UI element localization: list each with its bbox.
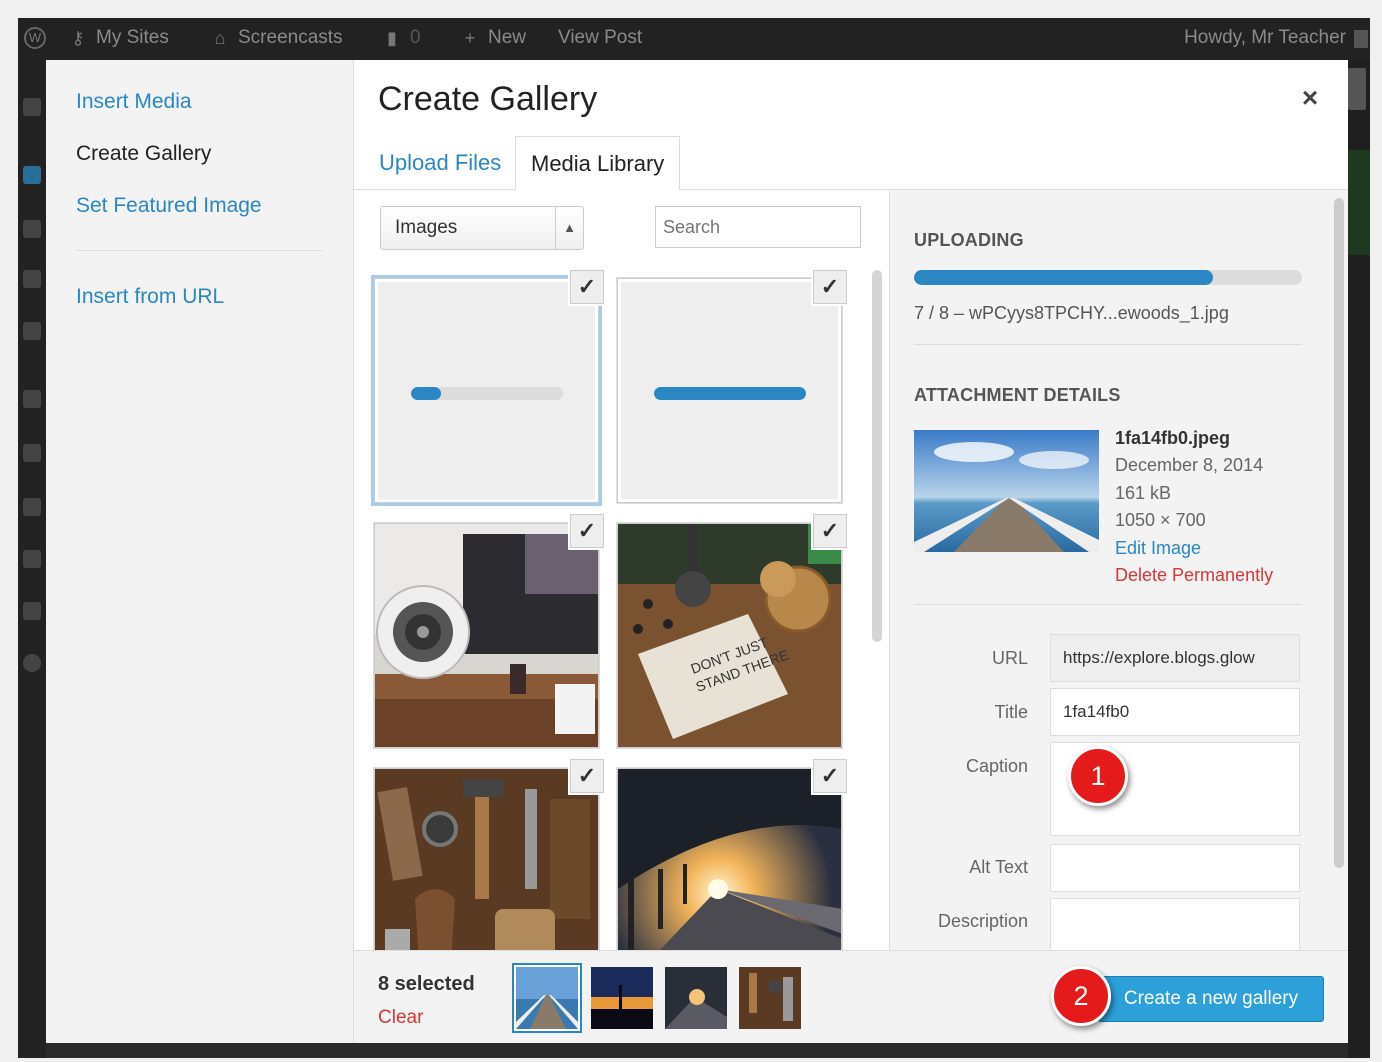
- callout-marker-2: 2: [1051, 966, 1111, 1026]
- uploading-heading: UPLOADING: [914, 230, 1024, 250]
- site-name-label: Screencasts: [238, 27, 343, 48]
- media-sidebar: UPLOADING 7 / 8 – wPCyys8TPCHY...ewoods_…: [889, 190, 1348, 950]
- collapse-icon[interactable]: [23, 654, 41, 672]
- menu-item-create-gallery[interactable]: Create Gallery: [76, 142, 211, 166]
- pages-icon[interactable]: [23, 270, 41, 288]
- title-label: Title: [994, 702, 1028, 722]
- settings-icon[interactable]: [23, 602, 41, 620]
- appearance-icon[interactable]: [23, 390, 41, 408]
- menu-item-set-featured-image[interactable]: Set Featured Image: [76, 194, 262, 218]
- users-icon[interactable]: [23, 498, 41, 516]
- router-tabs: Upload Files Media Library: [354, 132, 1348, 191]
- check-icon[interactable]: ✓: [813, 759, 847, 793]
- upload-file-status: 7 / 8 – wPCyys8TPCHY...ewoods_1.jpg: [914, 303, 1229, 323]
- admin-menu-strip: [18, 60, 46, 1058]
- menu-item-insert-media[interactable]: Insert Media: [76, 90, 192, 114]
- title-field[interactable]: 1fa14fb0: [1050, 688, 1300, 736]
- media-type-filter[interactable]: Images ▲: [380, 206, 584, 250]
- alt-text-field[interactable]: [1050, 844, 1300, 892]
- attachment-filename: 1fa14fb0.jpeg: [1115, 428, 1231, 448]
- selection-count: 8 selected: [378, 973, 475, 995]
- wp-logo-icon[interactable]: W: [24, 27, 46, 49]
- page-bottom-strip: [46, 1043, 1348, 1058]
- my-sites-label: My Sites: [96, 27, 169, 48]
- account-menu[interactable]: Howdy, Mr Teacher: [1184, 27, 1346, 49]
- filter-selected-value: Images: [395, 217, 458, 238]
- check-icon[interactable]: ✓: [570, 759, 604, 793]
- media-toolbar: 8 selected Clear Create a new gallery: [354, 950, 1348, 1043]
- selection-thumb-sunset[interactable]: [591, 967, 653, 1029]
- select-arrows-icon: ▲: [555, 207, 583, 249]
- site-name-menu[interactable]: ⌂ Screencasts: [210, 27, 343, 49]
- menu-separator: [76, 250, 322, 251]
- selection-thumb-pier[interactable]: [516, 967, 578, 1029]
- close-button[interactable]: ×: [1294, 82, 1326, 114]
- create-new-gallery-button[interactable]: Create a new gallery: [1098, 976, 1324, 1022]
- delete-permanently-link[interactable]: Delete Permanently: [1115, 565, 1273, 586]
- view-post-link[interactable]: View Post: [558, 27, 642, 49]
- check-icon[interactable]: ✓: [813, 270, 847, 304]
- caption-label: Caption: [965, 756, 1028, 776]
- callout-marker-1: 1: [1068, 746, 1128, 806]
- sidebar-divider: [914, 604, 1302, 605]
- tab-upload-files[interactable]: Upload Files: [364, 136, 516, 191]
- plugins-icon[interactable]: [23, 444, 41, 462]
- check-icon[interactable]: ✓: [570, 270, 604, 304]
- attachment-details-heading: ATTACHMENT DETAILS: [914, 385, 1121, 405]
- selection-thumb-platform[interactable]: [665, 967, 727, 1029]
- screenshot-frame: W ⚷ My Sites ⌂ Screencasts ▮ 0 + New Vie…: [0, 0, 1382, 1062]
- comments-icon[interactable]: [23, 322, 41, 340]
- attachment-date: December 8, 2014: [1115, 455, 1264, 475]
- attachment-dimensions: 1050 × 700: [1115, 510, 1206, 530]
- modal-title: Create Gallery: [378, 80, 598, 118]
- dashboard-icon[interactable]: [23, 98, 41, 116]
- desk-speaker-photo: [375, 524, 598, 747]
- comment-icon: ▮: [387, 28, 397, 48]
- attachment-desk-speaker[interactable]: [374, 523, 599, 748]
- comments-count: 0: [410, 27, 421, 48]
- new-label: New: [488, 27, 527, 48]
- menu-item-insert-from-url[interactable]: Insert from URL: [76, 285, 224, 309]
- comments-menu[interactable]: ▮ 0: [382, 27, 421, 49]
- avatar[interactable]: [1354, 30, 1368, 48]
- check-icon[interactable]: ✓: [813, 514, 847, 548]
- edit-image-link[interactable]: Edit Image: [1115, 538, 1201, 559]
- page-edge-strip: [1348, 60, 1370, 1058]
- attachment-book[interactable]: DON'T JUST STAND THERE: [617, 523, 842, 748]
- attachment-thumbnail: [914, 430, 1099, 552]
- search-input[interactable]: [655, 206, 861, 248]
- alt-text-label: Alt Text: [969, 857, 1028, 877]
- key-icon: ⚷: [71, 28, 85, 48]
- new-content-menu[interactable]: + New: [460, 27, 526, 49]
- check-icon[interactable]: ✓: [570, 514, 604, 548]
- media-menu: Insert Media Create Gallery Set Featured…: [46, 60, 354, 1043]
- grid-scrollbar[interactable]: [872, 270, 882, 642]
- attachment-size: 161 kB: [1115, 483, 1172, 503]
- upload-progress-bar: [914, 270, 1302, 285]
- clear-selection-link[interactable]: Clear: [378, 1007, 423, 1029]
- plus-icon: +: [464, 28, 476, 48]
- url-label: URL: [991, 648, 1028, 668]
- description-field[interactable]: [1050, 898, 1300, 950]
- attachment-uploading-1[interactable]: [374, 278, 599, 503]
- media-modal: Insert Media Create Gallery Set Featured…: [46, 60, 1348, 1043]
- posts-icon[interactable]: [23, 166, 41, 184]
- sidebar-divider: [914, 344, 1302, 345]
- media-icon[interactable]: [23, 220, 41, 238]
- selection-thumb-tools[interactable]: [739, 967, 801, 1029]
- attachment-uploading-2[interactable]: [617, 278, 842, 503]
- description-label: Description: [937, 911, 1028, 931]
- dont-just-stand-there-book-photo: DON'T JUST STAND THERE: [618, 524, 841, 747]
- view-post-label: View Post: [558, 27, 643, 48]
- tile-upload-progress: [654, 387, 806, 400]
- tile-upload-progress: [411, 387, 563, 400]
- home-icon: ⌂: [214, 28, 226, 48]
- admin-bar: W ⚷ My Sites ⌂ Screencasts ▮ 0 + New Vie…: [18, 18, 1370, 60]
- tab-media-library[interactable]: Media Library: [515, 136, 681, 191]
- url-field[interactable]: https://explore.blogs.glow: [1050, 634, 1300, 682]
- tools-icon[interactable]: [23, 550, 41, 568]
- my-sites-menu[interactable]: ⚷ My Sites: [68, 27, 169, 49]
- sidebar-scrollbar[interactable]: [1334, 198, 1344, 868]
- howdy-label: Howdy, Mr Teacher: [1184, 27, 1346, 48]
